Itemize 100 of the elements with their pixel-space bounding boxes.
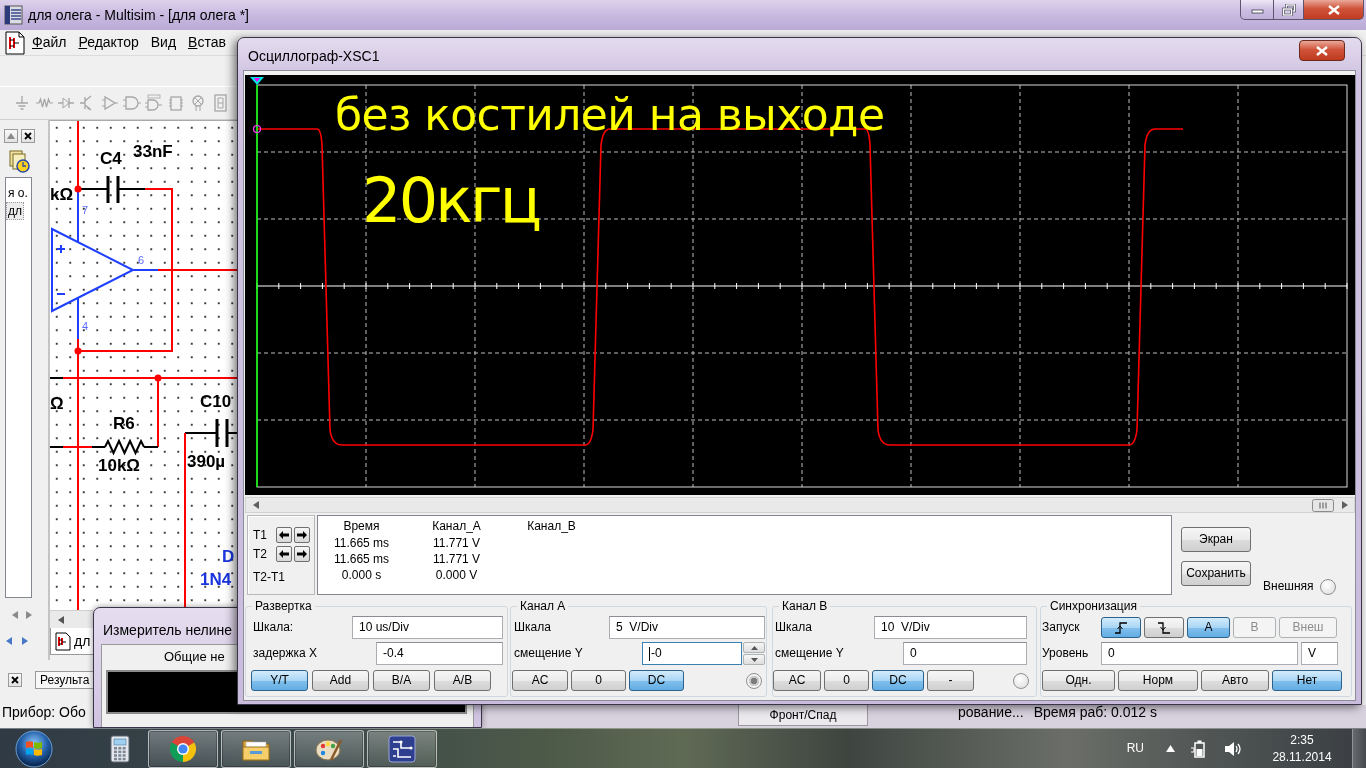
list-item[interactable]: я о. bbox=[6, 184, 30, 202]
caret-right-icon[interactable] bbox=[22, 637, 28, 645]
edge-button[interactable] bbox=[1144, 617, 1184, 638]
cursor-label: T2-T1 bbox=[253, 570, 285, 585]
coupling-button[interactable]: - bbox=[927, 670, 974, 691]
unit-field: V bbox=[1301, 642, 1338, 665]
column-header: Канал_В bbox=[527, 519, 576, 533]
caret-left-icon[interactable] bbox=[253, 501, 259, 509]
close-button[interactable] bbox=[1299, 40, 1345, 61]
taskbar-button[interactable] bbox=[367, 729, 437, 768]
horizontal-scrollbar[interactable] bbox=[50, 610, 93, 628]
mode-button[interactable]: A/B bbox=[434, 670, 491, 691]
close-icon bbox=[1326, 3, 1341, 16]
show-hidden-icons-button[interactable] bbox=[1166, 745, 1175, 752]
status-text: Время раб: 0.012 s bbox=[1033, 705, 1157, 720]
level-field[interactable]: 0 bbox=[1101, 642, 1298, 665]
clock-time[interactable]: 2:35 bbox=[1290, 731, 1314, 749]
group-title: Развертка bbox=[252, 599, 315, 613]
cursor-right-button[interactable] bbox=[294, 527, 310, 543]
coupling-button[interactable]: 0 bbox=[824, 670, 869, 691]
coupling-button[interactable]: 0 bbox=[571, 670, 626, 691]
menu-item[interactable]: Редактор bbox=[72, 34, 145, 51]
coupling-button[interactable]: AC bbox=[512, 670, 568, 691]
menu-item[interactable]: Файл bbox=[26, 34, 73, 51]
coupling-button[interactable]: DC bbox=[629, 670, 684, 691]
scale-field[interactable]: 10 V/Div bbox=[874, 616, 1027, 639]
edge-button[interactable] bbox=[1101, 617, 1141, 638]
taskbar-button[interactable] bbox=[221, 729, 291, 768]
mode-button[interactable]: Add bbox=[312, 670, 369, 691]
coupling-button[interactable]: DC bbox=[872, 670, 924, 691]
close-icon bbox=[1315, 44, 1329, 57]
cursor-left-button[interactable] bbox=[276, 546, 292, 562]
scale-field[interactable]: 10 us/Div bbox=[352, 616, 503, 639]
app-logo-icon bbox=[4, 3, 24, 27]
value-label: kΩ bbox=[50, 185, 74, 204]
wire bbox=[184, 432, 218, 434]
component-label: R6 bbox=[113, 414, 135, 433]
field-label: Шкала bbox=[514, 620, 551, 635]
menu-item[interactable]: Встав bbox=[182, 34, 232, 51]
junction-dot-icon bbox=[74, 347, 82, 355]
volume-icon[interactable] bbox=[1224, 740, 1242, 757]
close-button[interactable] bbox=[8, 673, 22, 687]
caret-left-icon[interactable] bbox=[12, 611, 18, 619]
radio-button[interactable] bbox=[1319, 579, 1336, 595]
maximize-button[interactable] bbox=[1274, 0, 1304, 20]
source-button[interactable]: A bbox=[1187, 617, 1230, 638]
arrow-left-icon bbox=[279, 550, 289, 558]
restore-icon bbox=[1281, 3, 1296, 16]
flag-orb-icon bbox=[14, 728, 54, 768]
resistor-symbol bbox=[104, 438, 145, 456]
clock-date[interactable]: 28.11.2014 bbox=[1272, 748, 1332, 766]
screen-button[interactable]: Экран bbox=[1181, 527, 1251, 552]
mode-button[interactable]: Y/T bbox=[251, 670, 308, 691]
part-label: D bbox=[222, 547, 235, 566]
language-indicator[interactable]: RU bbox=[1126, 741, 1144, 756]
cursor-right-button[interactable] bbox=[294, 546, 310, 562]
offset-field[interactable]: 0 bbox=[903, 642, 1027, 665]
caret-up-icon bbox=[7, 133, 15, 139]
close-icon bbox=[24, 132, 32, 140]
taskbar-button[interactable] bbox=[148, 729, 218, 768]
power-icon[interactable] bbox=[1191, 738, 1207, 759]
spin-down-button[interactable] bbox=[743, 654, 765, 665]
caret-right-icon[interactable] bbox=[26, 611, 32, 619]
scale-field[interactable]: 5 V/Div bbox=[609, 616, 765, 639]
scroll-thumb[interactable] bbox=[1312, 498, 1334, 512]
cursor-label: T1 bbox=[253, 527, 268, 543]
show-desktop-button[interactable] bbox=[1352, 728, 1366, 768]
cursor-label: T2 bbox=[253, 546, 268, 562]
close-button[interactable] bbox=[1304, 0, 1364, 20]
radio-button[interactable] bbox=[746, 672, 762, 689]
results-tab[interactable]: Результа bbox=[35, 670, 95, 690]
save-button[interactable]: Сохранить bbox=[1181, 561, 1251, 586]
close-button[interactable] bbox=[21, 129, 35, 143]
trigger-mode-button[interactable]: Одн. bbox=[1042, 670, 1115, 691]
minimize-button[interactable] bbox=[1240, 0, 1274, 20]
window-title: для олега - Multisim - [для олега *] bbox=[28, 6, 249, 24]
caret-left-icon[interactable] bbox=[58, 615, 64, 624]
delay-field[interactable]: -0.4 bbox=[376, 642, 503, 665]
radio-button[interactable] bbox=[1013, 672, 1029, 689]
edge-button[interactable]: Фронт/Спад bbox=[738, 705, 868, 726]
caret-down-icon bbox=[750, 657, 758, 662]
coupling-button[interactable]: AC bbox=[773, 670, 821, 691]
horizontal-scrollbar[interactable] bbox=[245, 497, 1355, 513]
offset-field[interactable]: -0 bbox=[642, 642, 742, 665]
component-label: C10 bbox=[200, 392, 232, 411]
taskbar-button[interactable] bbox=[294, 729, 364, 768]
trigger-mode-button[interactable]: Норм bbox=[1118, 670, 1198, 691]
value-label: Ω bbox=[50, 394, 64, 413]
design-tab[interactable]: дл bbox=[50, 628, 96, 655]
capacitor-symbol bbox=[106, 174, 120, 205]
menu-item[interactable]: Вид bbox=[144, 34, 183, 51]
cursor-left-button[interactable] bbox=[276, 527, 292, 543]
caret-left-icon[interactable] bbox=[6, 637, 12, 645]
trigger-mode-button[interactable]: Нет bbox=[1272, 670, 1342, 691]
cursor-line[interactable] bbox=[250, 77, 264, 488]
trigger-mode-button[interactable]: Авто bbox=[1201, 670, 1269, 691]
list-item[interactable]: дл bbox=[6, 202, 24, 220]
mode-button[interactable]: B/A bbox=[373, 670, 430, 691]
caret-right-icon[interactable] bbox=[1342, 501, 1348, 509]
spin-up-button[interactable] bbox=[743, 642, 765, 653]
